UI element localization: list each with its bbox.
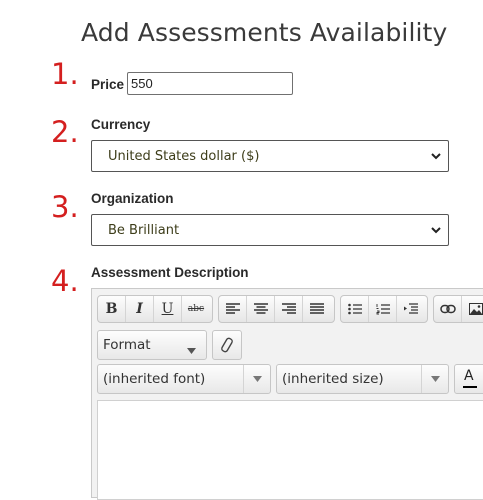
font-size-dropdown[interactable]: (inherited size) [276,364,449,394]
format-dropdown[interactable]: Format [97,330,207,360]
currency-select[interactable]: United States dollar ($) [91,140,449,172]
font-dropdown[interactable]: (inherited font) [97,364,271,394]
description-label: Assessment Description [91,265,249,280]
bold-icon: B [105,301,118,317]
italic-button[interactable]: I [126,296,154,322]
organization-select[interactable]: Be Brilliant [91,214,449,246]
remove-format-button[interactable] [212,330,242,360]
dropdown-arrow-icon [243,365,270,393]
page-title: Add Assessments Availability [81,18,448,47]
align-left-button[interactable] [219,296,247,322]
strikethrough-icon: abc [187,304,205,314]
indent-button[interactable] [397,296,425,322]
justify-icon [310,303,324,314]
text-color-icon: A [464,368,474,384]
image-icon [469,303,483,315]
step-number-3: 3. [51,190,79,224]
price-input[interactable]: 550 [127,72,293,95]
chevron-down-icon [431,227,441,234]
align-center-button[interactable] [247,296,275,322]
strikethrough-button[interactable]: abc [182,296,210,322]
list-toolbar [340,295,428,323]
price-label: Price [91,77,125,92]
link-icon [439,304,456,314]
text-color-swatch [463,386,477,388]
justify-button[interactable] [303,296,331,322]
description-content-area[interactable] [97,400,483,500]
align-center-icon [253,303,268,314]
organization-selected-value: Be Brilliant [108,223,180,238]
step-number-4: 4. [51,264,79,298]
align-left-icon [225,303,240,314]
dropdown-arrow-icon [187,341,196,359]
basic-styles-toolbar: B I U abc [97,295,213,323]
currency-selected-value: United States dollar ($) [108,149,260,164]
bold-button[interactable]: B [98,296,126,322]
font-size-dropdown-label: (inherited size) [282,371,384,387]
font-dropdown-label: (inherited font) [103,371,206,387]
image-button[interactable] [462,296,483,322]
insert-toolbar [433,295,483,323]
step-number-2: 2. [51,115,79,149]
align-right-button[interactable] [275,296,303,322]
organization-label: Organization [91,191,174,206]
numbered-list-button[interactable] [369,296,397,322]
bulleted-list-icon [347,303,362,315]
underline-button[interactable]: U [154,296,182,322]
alignment-toolbar [218,295,335,323]
underline-icon: U [161,301,174,317]
step-number-1: 1. [51,57,79,91]
numbered-list-icon [376,304,390,315]
chevron-down-icon [431,153,441,160]
italic-icon: I [136,301,143,317]
align-right-icon [281,303,296,314]
text-color-button[interactable]: A [454,364,483,394]
rich-text-editor: B I U abc Format (inherited font) (inher… [91,288,483,500]
indent-icon [404,303,418,314]
link-button[interactable] [434,296,462,322]
dropdown-arrow-icon [421,365,448,393]
bulleted-list-button[interactable] [341,296,369,322]
currency-label: Currency [91,117,151,132]
eraser-icon [221,337,233,353]
format-dropdown-label: Format [103,337,151,353]
